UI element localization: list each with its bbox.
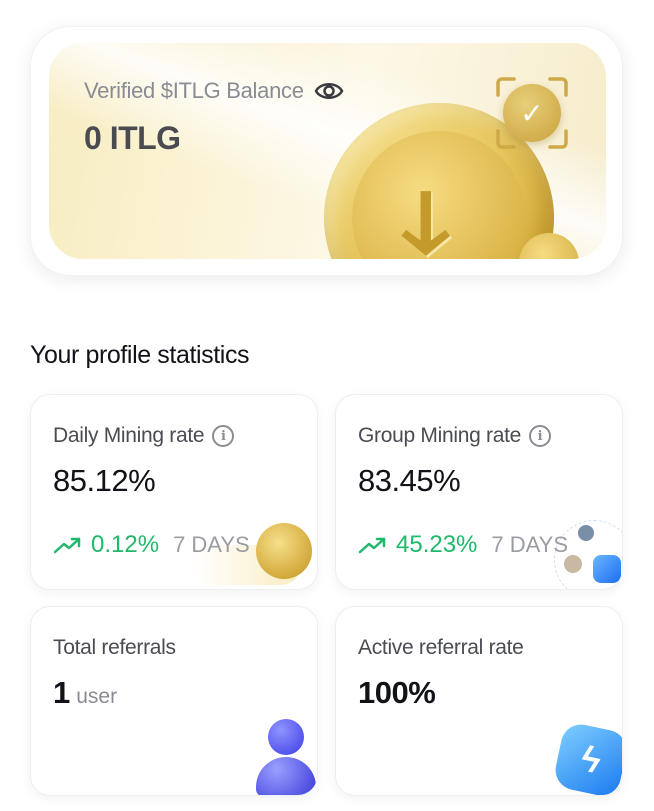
total-referrals-value-row: 1 user <box>53 675 117 711</box>
user-icon-body <box>256 757 316 795</box>
verified-badge: ✓ <box>494 75 570 151</box>
daily-mining-change-row: 0.12% 7 DAYS <box>53 531 250 559</box>
daily-mining-label: Daily Mining rate <box>53 424 205 447</box>
group-mining-change: 45.23% <box>396 531 478 558</box>
active-referral-value: 100% <box>358 675 436 710</box>
total-referrals-card[interactable]: Total referrals 1 user <box>30 606 318 796</box>
balance-label: Verified $ITLG Balance <box>84 78 304 103</box>
active-referral-card[interactable]: Active referral rate 100% ϟ <box>335 606 623 796</box>
info-icon[interactable]: i <box>528 425 551 447</box>
user-icon-head <box>268 719 304 755</box>
eye-icon[interactable] <box>314 80 344 102</box>
daily-mining-period: 7 DAYS <box>173 532 250 557</box>
balance-card: ↆ ✓ Verified $ITLG Balance 0 ITLG <box>30 26 623 276</box>
mini-coin-icon <box>256 523 312 579</box>
balance-value: 0 ITLG <box>84 120 181 156</box>
group-avatar-icon <box>578 525 594 541</box>
section-title: Your profile statistics <box>30 341 250 369</box>
balance-card-inner: ↆ ✓ Verified $ITLG Balance 0 ITLG <box>49 43 606 259</box>
trend-up-icon <box>53 537 81 554</box>
user-icon <box>253 719 317 795</box>
daily-mining-label-row: Daily Mining rate i <box>53 424 235 448</box>
total-referrals-label: Total referrals <box>53 636 176 659</box>
verified-check-icon: ✓ <box>503 84 561 142</box>
group-mining-value: 83.45% <box>358 463 461 498</box>
daily-mining-change: 0.12% <box>91 531 160 558</box>
group-mining-label: Group Mining rate <box>358 424 521 447</box>
group-mining-label-row: Group Mining rate i <box>358 424 551 448</box>
active-referral-label: Active referral rate <box>358 636 524 659</box>
total-referrals-value: 1 <box>53 675 71 710</box>
info-icon[interactable]: i <box>212 425 235 447</box>
lightning-bolt-icon: ϟ <box>551 720 622 795</box>
group-mining-period: 7 DAYS <box>491 532 569 557</box>
balance-label-row: Verified $ITLG Balance <box>84 78 344 104</box>
total-referrals-unit: user <box>76 685 118 708</box>
group-mining-card[interactable]: Group Mining rate i 83.45% 45.23% 7 DAYS <box>335 394 623 590</box>
daily-mining-value: 85.12% <box>53 463 156 498</box>
group-mining-change-row: 45.23% 7 DAYS <box>358 531 568 559</box>
coin-logo-glyph: ↆ <box>402 172 450 259</box>
trend-up-icon <box>358 537 386 554</box>
daily-mining-card[interactable]: Daily Mining rate i 85.12% 0.12% 7 DAYS <box>30 394 318 590</box>
shield-icon <box>593 555 621 583</box>
